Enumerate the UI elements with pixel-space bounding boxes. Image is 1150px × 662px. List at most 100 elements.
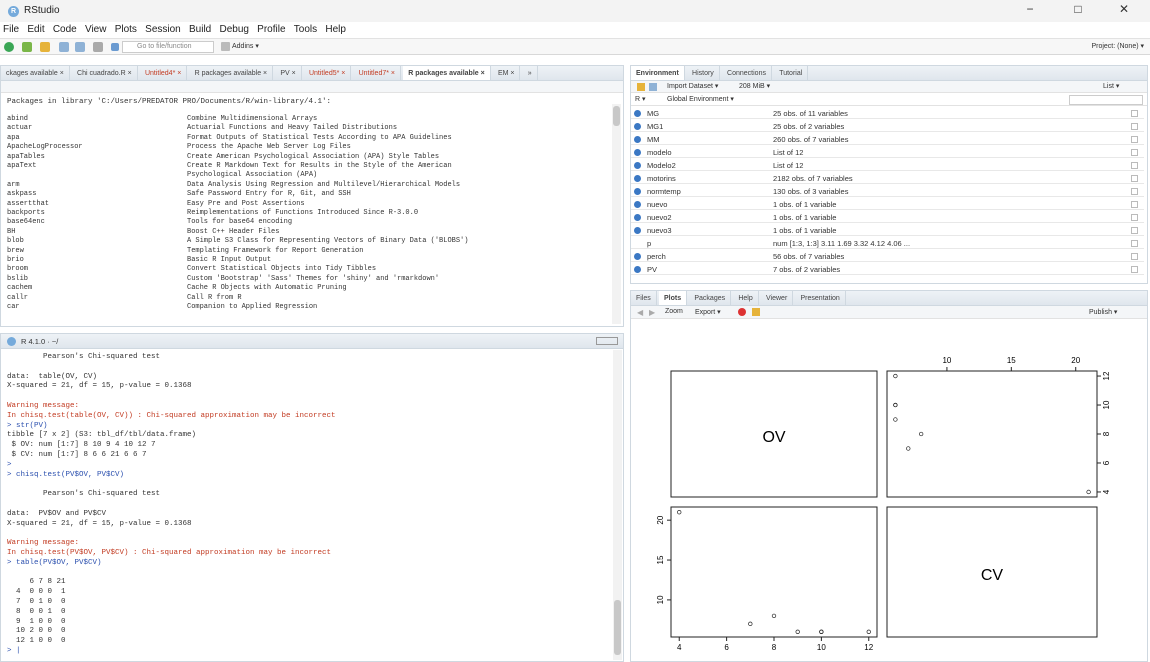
object-type-icon[interactable] xyxy=(634,123,641,130)
tab-files[interactable]: Files xyxy=(631,291,657,305)
object-type-icon[interactable] xyxy=(634,201,641,208)
source-scrollbar[interactable] xyxy=(612,104,621,324)
tab-help[interactable]: Help xyxy=(733,291,759,305)
tab-source-3[interactable]: Untitled4* × xyxy=(140,66,188,80)
import-dataset-button[interactable]: Import Dataset ▾ xyxy=(667,82,718,90)
memory-usage[interactable]: 208 MiB ▾ xyxy=(739,82,770,90)
object-type-icon[interactable] xyxy=(634,110,641,117)
tab-packages[interactable]: Packages xyxy=(689,291,732,305)
view-data-icon[interactable] xyxy=(1131,123,1138,130)
view-data-icon[interactable] xyxy=(1131,253,1138,260)
tab-source-9[interactable]: EM × xyxy=(493,66,521,80)
console-scroll-thumb[interactable] xyxy=(614,600,621,655)
environment-row[interactable]: modelo List of 12 xyxy=(631,147,1144,158)
zoom-button[interactable]: Zoom xyxy=(665,308,683,315)
tab-source-4[interactable]: R packages available × xyxy=(190,66,274,80)
list-view-toggle[interactable]: List ▾ xyxy=(1103,82,1119,90)
new-project-icon[interactable] xyxy=(22,42,33,52)
view-data-icon[interactable] xyxy=(1131,149,1138,156)
environment-row[interactable]: p num [1:3, 1:3] 3.11 1.69 3.32 4.12 4.06… xyxy=(631,238,1144,249)
tab-plots[interactable]: Plots xyxy=(659,291,688,305)
language-select[interactable]: R ▾ xyxy=(635,95,646,103)
menu-edit[interactable]: Edit xyxy=(24,22,47,35)
environment-row[interactable]: Modelo2 List of 12 xyxy=(631,160,1144,171)
maximize-button[interactable]: □ xyxy=(1064,2,1092,16)
object-type-icon[interactable] xyxy=(634,175,641,182)
save-all-icon[interactable] xyxy=(74,42,85,52)
environment-row[interactable]: nuevo3 1 obs. of 1 variable xyxy=(631,225,1144,236)
view-data-icon[interactable] xyxy=(1131,266,1138,273)
object-type-icon[interactable] xyxy=(634,253,641,260)
tab-viewer[interactable]: Viewer xyxy=(761,291,794,305)
menu-build[interactable]: Build xyxy=(186,22,214,35)
tab-environment[interactable]: Environment xyxy=(631,66,685,80)
minimize-button[interactable]: − xyxy=(1016,2,1044,16)
tab-source-5[interactable]: PV × xyxy=(275,66,302,80)
menu-session[interactable]: Session xyxy=(142,22,184,35)
environment-row[interactable]: PV 7 obs. of 2 variables xyxy=(631,264,1144,275)
environment-row[interactable]: MG1 25 obs. of 2 variables xyxy=(631,121,1144,132)
close-button[interactable]: ✕ xyxy=(1110,2,1138,16)
grid-icon[interactable] xyxy=(221,42,230,51)
forward-arrow-icon[interactable]: ▶ xyxy=(649,308,655,317)
open-workspace-icon[interactable] xyxy=(637,83,645,91)
environment-row[interactable]: nuevo2 1 obs. of 1 variable xyxy=(631,212,1144,223)
menu-plots[interactable]: Plots xyxy=(112,22,140,35)
environment-search-input[interactable] xyxy=(1069,95,1143,105)
view-data-icon[interactable] xyxy=(1131,227,1138,234)
tab-source-8[interactable]: R packages available × xyxy=(403,66,491,80)
tab-connections[interactable]: Connections xyxy=(722,66,772,80)
view-data-icon[interactable] xyxy=(1131,214,1138,221)
new-file-icon[interactable] xyxy=(4,42,14,52)
save-workspace-icon[interactable] xyxy=(649,83,657,91)
environment-row[interactable]: motorins 2182 obs. of 7 variables xyxy=(631,173,1144,184)
object-type-icon[interactable] xyxy=(634,266,641,273)
environment-row[interactable]: MG 25 obs. of 11 variables xyxy=(631,108,1144,119)
object-type-icon[interactable] xyxy=(634,149,641,156)
tab-source-6[interactable]: Untitled5* × xyxy=(304,66,352,80)
console-scrollbar[interactable] xyxy=(613,350,622,660)
view-data-icon[interactable] xyxy=(1131,162,1138,169)
tab-source-2[interactable]: Chi cuadrado.R × xyxy=(72,66,138,80)
tab-tutorial[interactable]: Tutorial xyxy=(774,66,809,80)
environment-row[interactable]: MM 260 obs. of 7 variables xyxy=(631,134,1144,145)
menu-debug[interactable]: Debug xyxy=(216,22,251,35)
view-data-icon[interactable] xyxy=(1131,240,1138,247)
console-maximize-icon[interactable] xyxy=(596,337,618,345)
export-button[interactable]: Export ▾ xyxy=(695,308,721,316)
open-file-icon[interactable] xyxy=(40,42,51,52)
remove-plot-icon[interactable] xyxy=(738,308,746,316)
menu-file[interactable]: File xyxy=(0,22,22,35)
object-type-icon[interactable] xyxy=(634,188,641,195)
save-icon[interactable] xyxy=(58,42,69,52)
menu-profile[interactable]: Profile xyxy=(254,22,288,35)
console-output[interactable]: Pearson's Chi-squared test data: table(OV… xyxy=(1,353,611,659)
environment-row[interactable]: perch 56 obs. of 7 variables xyxy=(631,251,1144,262)
project-menu[interactable]: Project: (None) ▾ xyxy=(1091,42,1144,50)
addins-menu[interactable]: Addins ▾ xyxy=(232,42,259,50)
object-type-icon[interactable] xyxy=(634,136,641,143)
view-data-icon[interactable] xyxy=(1131,175,1138,182)
publish-button[interactable]: Publish ▾ xyxy=(1089,308,1117,316)
menu-code[interactable]: Code xyxy=(50,22,80,35)
tab-source-7[interactable]: Untitled7* × xyxy=(354,66,401,80)
print-icon[interactable] xyxy=(93,42,104,52)
object-type-icon[interactable] xyxy=(634,227,641,234)
object-type-icon[interactable] xyxy=(634,162,641,169)
tab-history[interactable]: History xyxy=(687,66,720,80)
environment-row[interactable]: nuevo 1 obs. of 1 variable xyxy=(631,199,1144,210)
environment-row[interactable]: normtemp 130 obs. of 3 variables xyxy=(631,186,1144,197)
menu-tools[interactable]: Tools xyxy=(291,22,320,35)
goto-file-input[interactable]: Go to file/function xyxy=(122,41,214,53)
source-scroll-thumb[interactable] xyxy=(613,106,620,126)
view-data-icon[interactable] xyxy=(1131,201,1138,208)
clear-plots-icon[interactable] xyxy=(752,308,760,316)
view-data-icon[interactable] xyxy=(1131,110,1138,117)
menu-help[interactable]: Help xyxy=(322,22,349,35)
object-type-icon[interactable] xyxy=(634,214,641,221)
tab-source-more[interactable]: » xyxy=(523,66,538,80)
tab-presentation[interactable]: Presentation xyxy=(796,291,846,305)
view-data-icon[interactable] xyxy=(1131,136,1138,143)
scope-select[interactable]: Global Environment ▾ xyxy=(667,95,734,103)
view-data-icon[interactable] xyxy=(1131,188,1138,195)
